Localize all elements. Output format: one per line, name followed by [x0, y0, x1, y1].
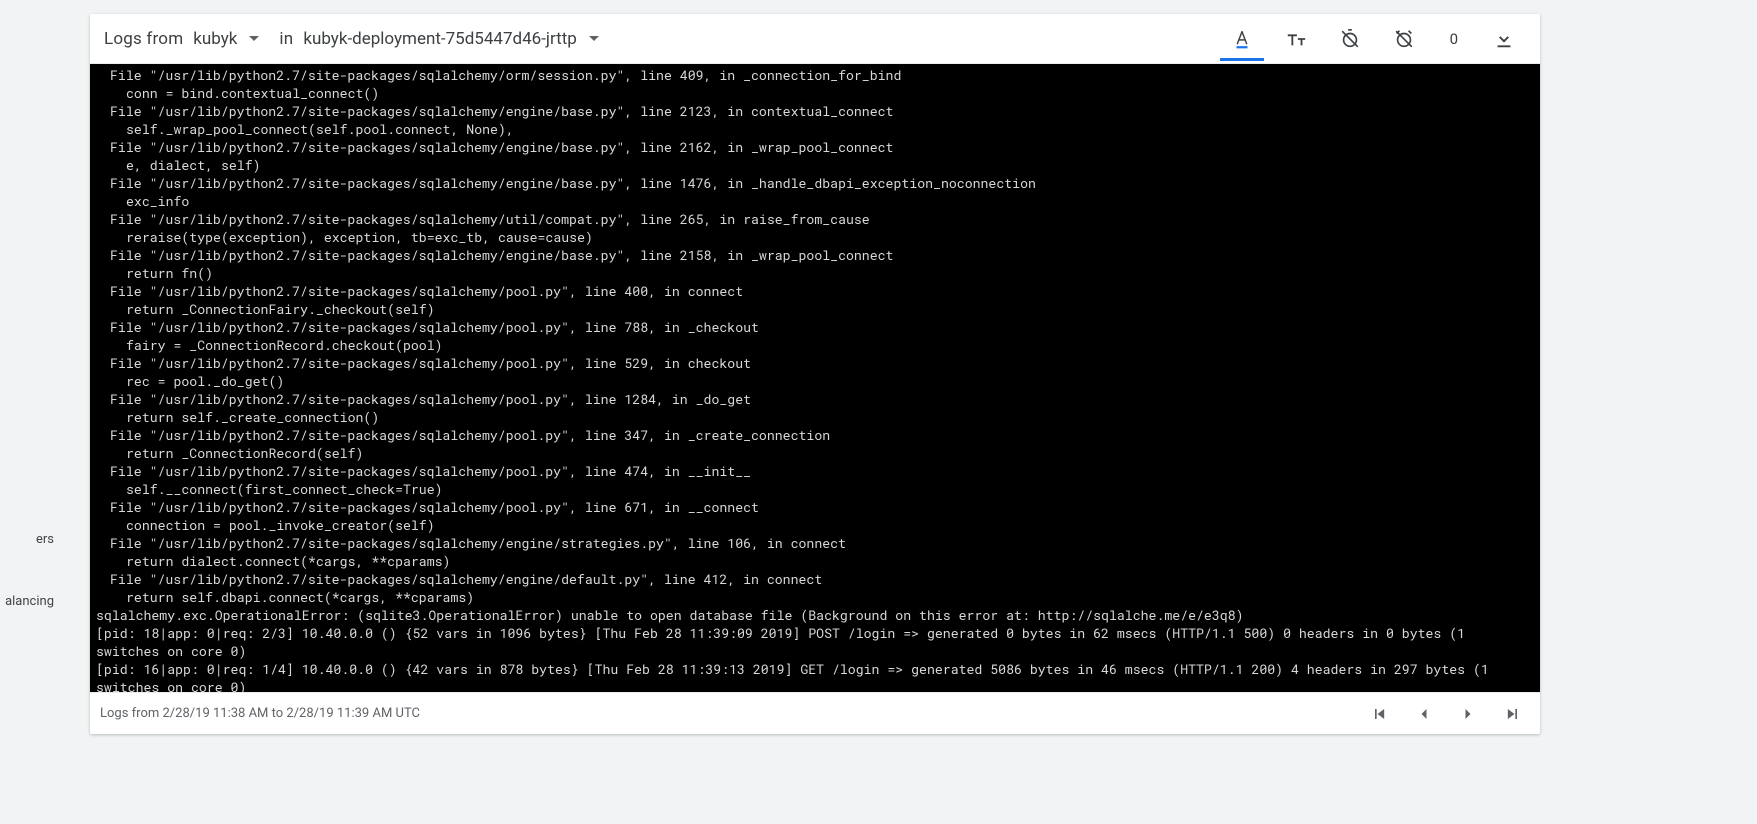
log-line: connection = pool._invoke_creator(self)	[96, 516, 1534, 534]
log-line: conn = bind.contextual_connect()	[96, 84, 1534, 102]
logs-from-value: kubyk	[193, 29, 237, 49]
log-line: return fn()	[96, 264, 1534, 282]
log-line: return dialect.connect(*cargs, **cparams…	[96, 552, 1534, 570]
download-icon	[1493, 28, 1515, 50]
log-line: File "/usr/lib/python2.7/site-packages/s…	[96, 570, 1534, 588]
logs-in-label: in	[279, 29, 293, 49]
log-line: return self._create_connection()	[96, 408, 1534, 426]
timer-off-icon	[1339, 28, 1361, 50]
log-line: return self.dbapi.connect(*cargs, **cpar…	[96, 588, 1534, 606]
log-line: File "/usr/lib/python2.7/site-packages/s…	[96, 66, 1534, 84]
chevron-down-icon	[589, 36, 599, 41]
text-size-button[interactable]	[1274, 17, 1318, 61]
log-line: reraise(type(exception), exception, tb=e…	[96, 228, 1534, 246]
logs-footer: Logs from 2/28/19 11:38 AM to 2/28/19 11…	[90, 692, 1540, 734]
log-line: File "/usr/lib/python2.7/site-packages/s…	[96, 318, 1534, 336]
next-page-button[interactable]	[1450, 696, 1486, 732]
logs-in-filter[interactable]: in kubyk-deployment-75d5447d46-jrttp	[279, 29, 608, 49]
sidebar-item-ers[interactable]: ers	[36, 520, 62, 560]
log-line: [pid: 18|app: 0|req: 2/3] 10.40.0.0 () {…	[96, 624, 1534, 660]
first-page-icon	[1370, 704, 1390, 724]
last-page-button[interactable]	[1494, 696, 1530, 732]
log-line: sqlalchemy.exc.OperationalError: (sqlite…	[96, 606, 1534, 624]
notification-count: 0	[1436, 30, 1472, 48]
log-line: rec = pool._do_get()	[96, 372, 1534, 390]
alarm-off-button[interactable]	[1382, 17, 1426, 61]
log-line: return _ConnectionRecord(self)	[96, 444, 1534, 462]
log-line: File "/usr/lib/python2.7/site-packages/s…	[96, 102, 1534, 120]
underline-a-icon	[1231, 28, 1253, 50]
log-line: File "/usr/lib/python2.7/site-packages/s…	[96, 246, 1534, 264]
logs-time-range: Logs from 2/28/19 11:38 AM to 2/28/19 11…	[100, 706, 1362, 721]
log-line: File "/usr/lib/python2.7/site-packages/s…	[96, 498, 1534, 516]
sidebar: ers alancing	[0, 0, 56, 824]
disable-timer-button[interactable]	[1328, 17, 1372, 61]
chevron-down-icon	[249, 36, 259, 41]
last-page-icon	[1502, 704, 1522, 724]
log-line: [pid: 16|app: 0|req: 1/4] 10.40.0.0 () {…	[96, 660, 1534, 692]
log-line: File "/usr/lib/python2.7/site-packages/s…	[96, 174, 1534, 192]
log-line: return _ConnectionFairy._checkout(self)	[96, 300, 1534, 318]
log-line: exc_info	[96, 192, 1534, 210]
sidebar-item-alancing[interactable]: alancing	[5, 582, 62, 622]
log-line: self.__connect(first_connect_check=True)	[96, 480, 1534, 498]
log-line: File "/usr/lib/python2.7/site-packages/s…	[96, 390, 1534, 408]
log-line: File "/usr/lib/python2.7/site-packages/s…	[96, 210, 1534, 228]
log-line: File "/usr/lib/python2.7/site-packages/s…	[96, 426, 1534, 444]
chevron-left-icon	[1414, 704, 1434, 724]
text-size-icon	[1285, 28, 1307, 50]
text-mode-button[interactable]	[1220, 17, 1264, 61]
log-line: File "/usr/lib/python2.7/site-packages/s…	[96, 462, 1534, 480]
logs-toolbar: Logs from kubyk in kubyk-deployment-75d5…	[90, 14, 1540, 64]
log-line: e, dialect, self)	[96, 156, 1534, 174]
alarm-off-icon	[1393, 28, 1415, 50]
log-line: File "/usr/lib/python2.7/site-packages/s…	[96, 282, 1534, 300]
logs-from-filter[interactable]: Logs from kubyk	[104, 29, 269, 49]
download-button[interactable]	[1482, 17, 1526, 61]
log-line: fairy = _ConnectionRecord.checkout(pool)	[96, 336, 1534, 354]
log-line: self._wrap_pool_connect(self.pool.connec…	[96, 120, 1534, 138]
log-line: File "/usr/lib/python2.7/site-packages/s…	[96, 534, 1534, 552]
chevron-right-icon	[1458, 704, 1478, 724]
first-page-button[interactable]	[1362, 696, 1398, 732]
prev-page-button[interactable]	[1406, 696, 1442, 732]
log-line: File "/usr/lib/python2.7/site-packages/s…	[96, 354, 1534, 372]
log-line: File "/usr/lib/python2.7/site-packages/s…	[96, 138, 1534, 156]
log-output[interactable]: File "/usr/lib/python2.7/site-packages/s…	[90, 64, 1540, 692]
pager	[1362, 696, 1530, 732]
logs-from-label: Logs from	[104, 29, 183, 49]
logs-panel: Logs from kubyk in kubyk-deployment-75d5…	[90, 14, 1540, 734]
logs-in-value: kubyk-deployment-75d5447d46-jrttp	[303, 29, 577, 49]
